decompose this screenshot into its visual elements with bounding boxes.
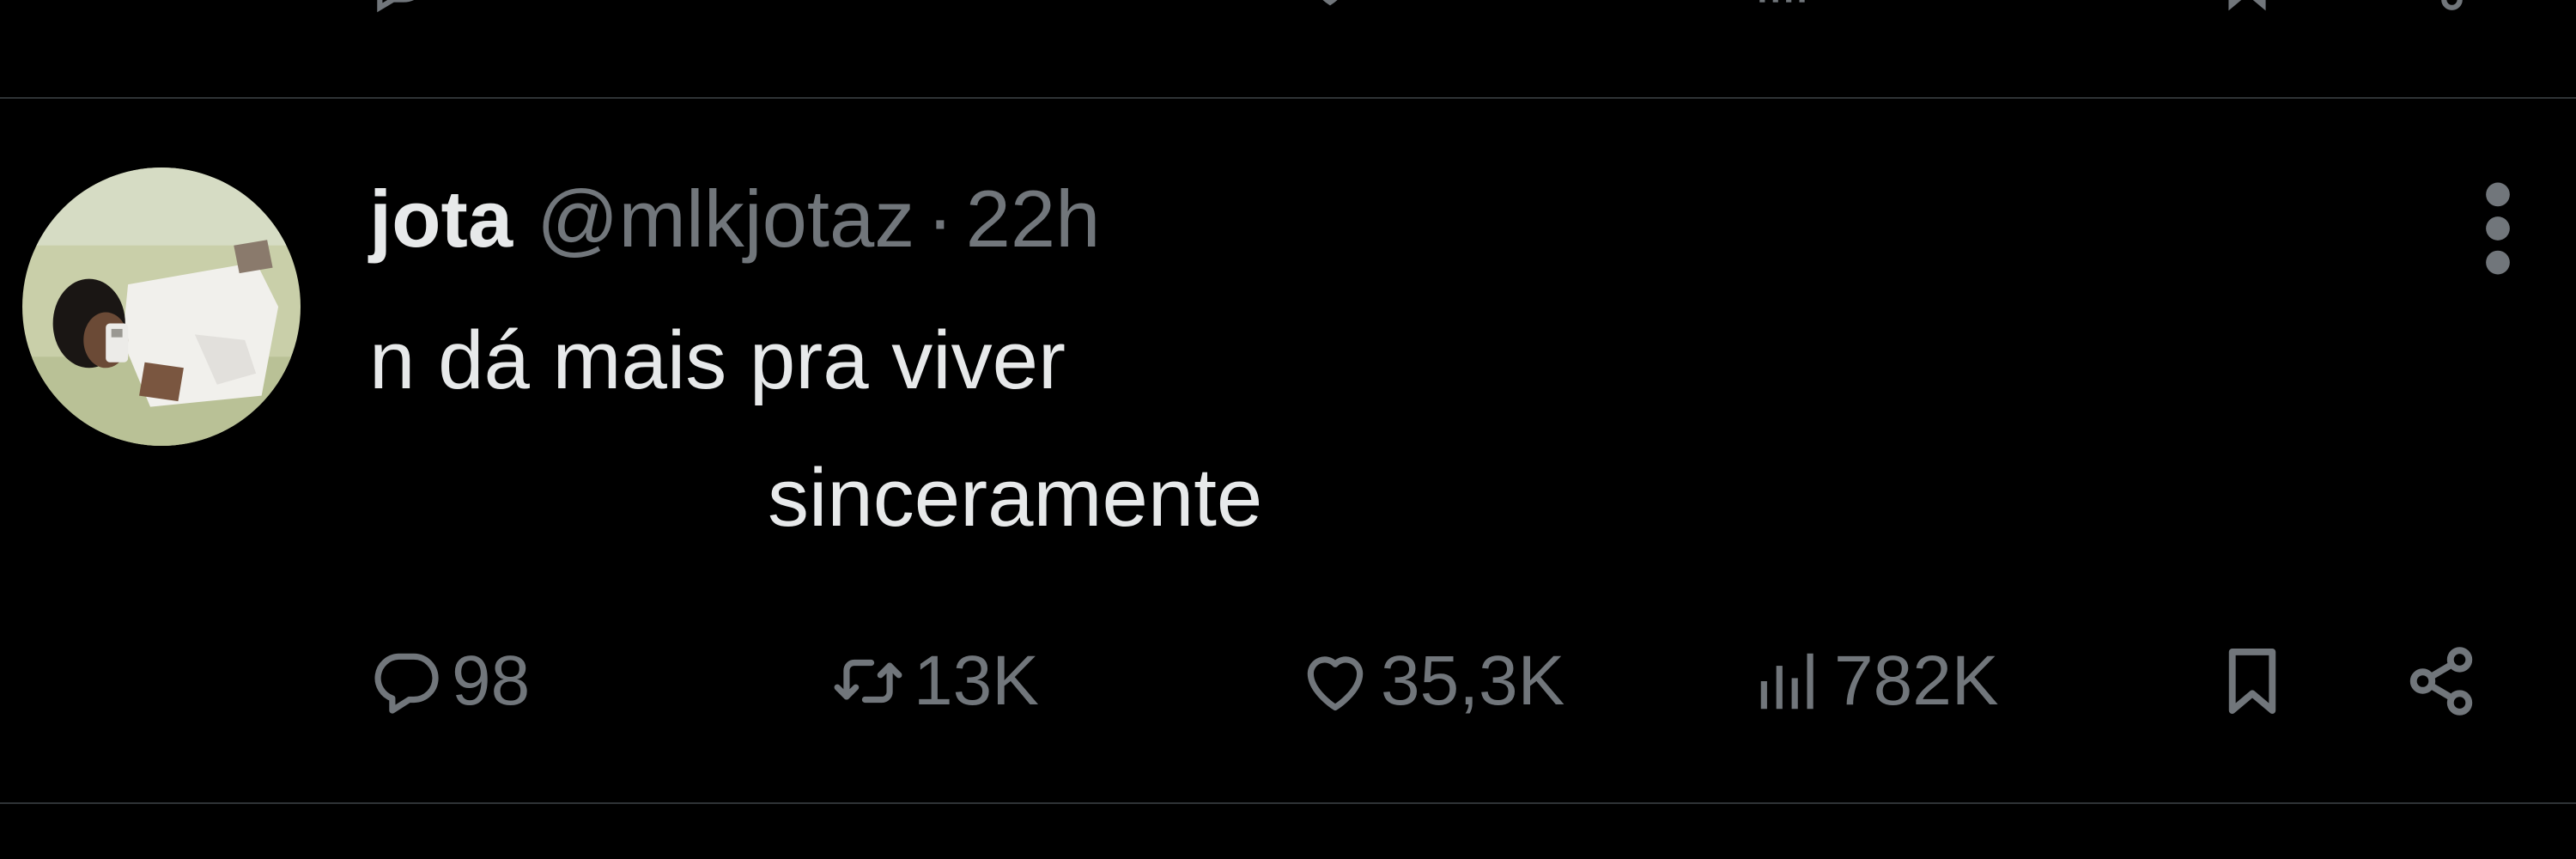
retweet-button[interactable]: 13K [831,634,1039,728]
prev-views-button[interactable] [1752,0,1815,15]
retweet-icon [834,659,902,704]
like-button[interactable]: 35,3K [1298,634,1564,728]
tweet-actions: 98 13K 35,3K 782K [0,634,2576,728]
prev-retweet-button[interactable] [831,0,895,15]
divider [0,802,2576,804]
share-button[interactable] [2404,634,2478,728]
bookmark-button[interactable] [2215,634,2289,728]
heart-icon [1322,0,1338,6]
previous-tweet-actions [0,0,2576,21]
bookmark-icon [2228,0,2266,11]
prev-share-button[interactable] [2404,0,2468,15]
like-count: 35,3K [1381,642,1565,720]
reply-button[interactable]: 98 [369,634,530,728]
more-options-button[interactable] [2470,177,2526,280]
reply-icon [374,653,439,714]
tweet-text-line: sinceramente [768,452,1263,544]
heart-icon [1307,656,1364,711]
tweet-header: jota @mlkjotaz · 22h [369,172,1100,266]
views-icon [1760,653,1814,710]
prev-like-button[interactable] [1298,0,1362,15]
timestamp[interactable]: 22h [966,172,1101,266]
share-icon [2409,647,2473,716]
avatar[interactable] [22,168,301,446]
bookmark-icon [2228,649,2276,714]
reply-icon [377,0,414,13]
views-icon [1759,0,1805,3]
display-name[interactable]: jota [369,172,513,266]
retweet-icon [831,0,895,13]
reply-count: 98 [452,642,531,720]
divider [0,97,2576,99]
views-button[interactable]: 782K [1752,634,1999,728]
separator: · [927,174,954,264]
prev-bookmark-button[interactable] [2215,0,2279,15]
retweet-count: 13K [914,642,1039,720]
tweet-text-line: n dá mais pra viver [369,314,1066,406]
more-icon [2486,182,2510,275]
user-handle[interactable]: @mlkjotaz [537,172,914,266]
share-icon [2441,0,2463,10]
prev-reply-button[interactable] [369,0,433,15]
view-count: 782K [1834,642,1999,720]
